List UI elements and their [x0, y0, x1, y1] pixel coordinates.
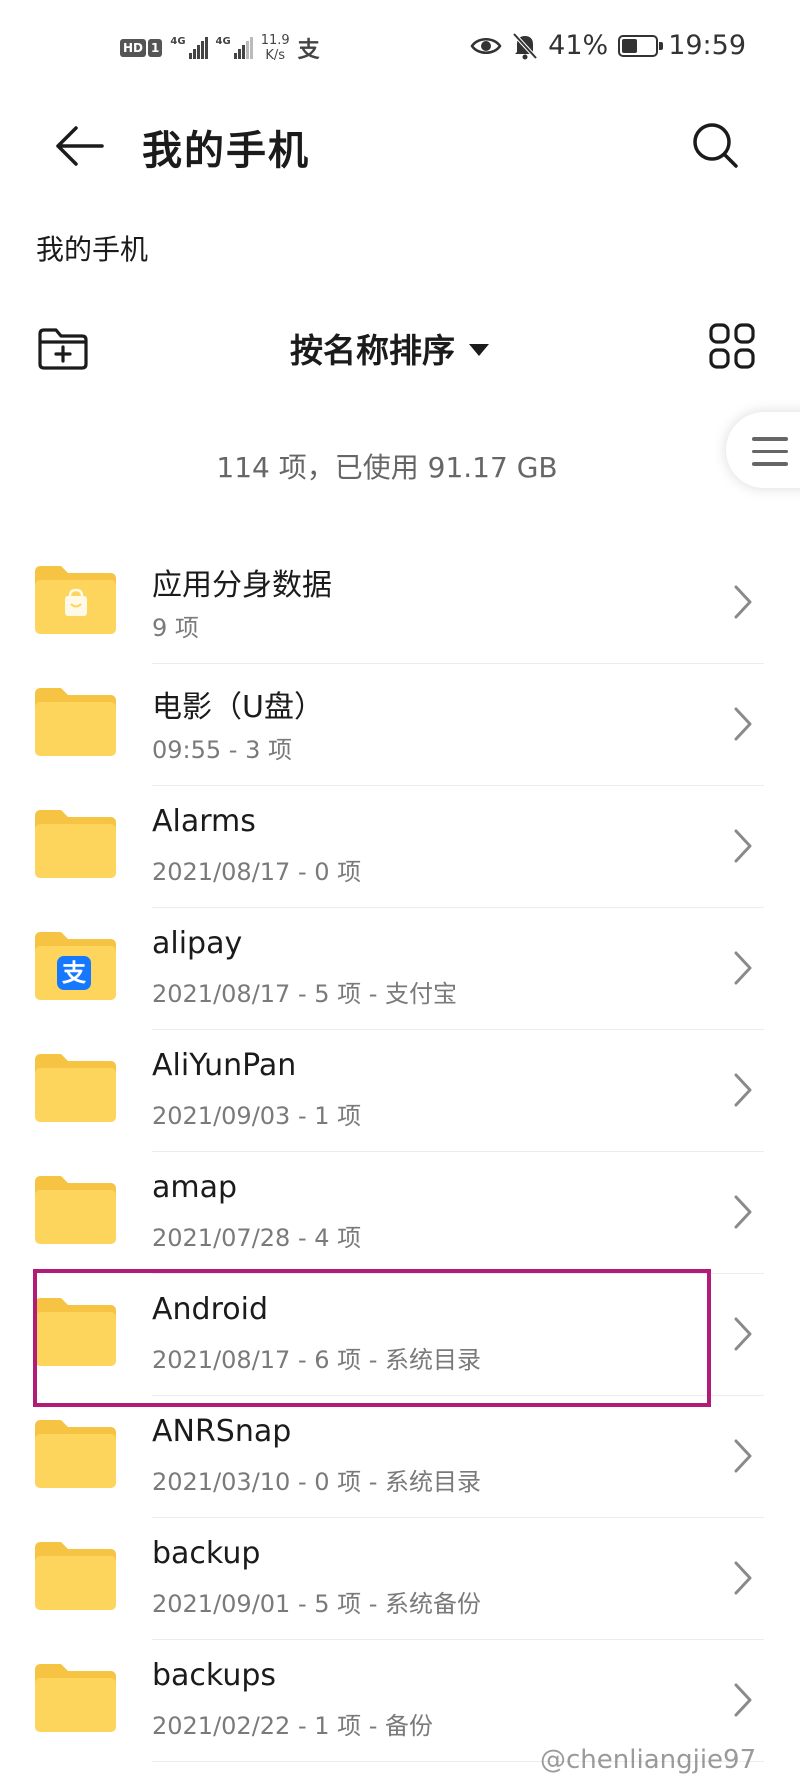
watermark: @chenliangjie97	[540, 1745, 757, 1775]
folder-icon	[35, 1542, 116, 1610]
file-name: Alarms	[152, 804, 256, 839]
toolbar: 按名称排序	[0, 318, 800, 382]
file-row[interactable]: ANRSnap 2021/03/10 - 0 项 - 系统目录	[0, 1396, 800, 1518]
folder-icon	[35, 810, 116, 878]
file-name: amap	[152, 1170, 238, 1205]
view-toggle-button[interactable]	[708, 322, 756, 370]
file-meta: 2021/02/22 - 1 项 - 备份	[152, 1712, 434, 1740]
battery-icon	[618, 34, 664, 57]
battery-percent: 41%	[548, 30, 609, 61]
file-row[interactable]: amap 2021/07/28 - 4 项	[0, 1152, 800, 1274]
chevron-right-icon	[734, 1683, 752, 1717]
chevron-right-icon	[734, 829, 752, 863]
file-meta: 9 项	[152, 614, 199, 642]
network-type-label: 4G	[215, 36, 231, 47]
chevron-right-icon	[734, 585, 752, 619]
file-meta: 2021/08/17 - 5 项 - 支付宝	[152, 980, 458, 1008]
file-name: 电影（U盘）	[152, 690, 324, 725]
chevron-right-icon	[734, 1073, 752, 1107]
new-folder-button[interactable]	[36, 326, 90, 372]
file-name: ANRSnap	[152, 1414, 292, 1449]
file-row[interactable]: 电影（U盘） 09:55 - 3 项	[0, 664, 800, 786]
file-name: AliYunPan	[152, 1048, 297, 1083]
folder-bag-icon	[35, 566, 116, 634]
eye-icon	[470, 37, 502, 54]
folder-icon	[35, 688, 116, 756]
file-meta: 09:55 - 3 项	[152, 736, 292, 764]
chevron-right-icon	[734, 951, 752, 985]
network-speed: 11.9 K/s	[261, 33, 290, 63]
search-icon	[693, 123, 738, 168]
chevron-right-icon	[734, 1195, 752, 1229]
app-header: 我的手机	[0, 96, 800, 196]
sort-dropdown[interactable]: 按名称排序	[290, 324, 489, 372]
file-row[interactable]: 支 alipay 2021/08/17 - 5 项 - 支付宝	[0, 908, 800, 1030]
file-list: 应用分身数据 9 项 电影（U盘） 09:55 - 3 项 Alarms 2021/0…	[0, 542, 800, 1762]
highlight-annotation	[33, 1269, 711, 1407]
folder-icon	[35, 1176, 116, 1244]
hd-label: HD	[120, 39, 147, 57]
chevron-right-icon	[734, 1439, 752, 1473]
file-row[interactable]: backups 2021/02/22 - 1 项 - 备份	[0, 1640, 800, 1762]
status-bar: HD 1 4G 4G 11.9 K/s 支 41% 19:59	[0, 26, 800, 76]
file-row[interactable]: backup 2021/09/01 - 5 项 - 系统备份	[0, 1518, 800, 1640]
file-meta: 2021/03/10 - 0 项 - 系统目录	[152, 1468, 482, 1496]
speed-unit: K/s	[265, 48, 286, 63]
file-meta: 2021/07/28 - 4 项	[152, 1224, 362, 1252]
folder-icon	[35, 1664, 116, 1732]
status-bar-right: 41% 19:59	[470, 30, 746, 61]
sim-label: 1	[148, 39, 163, 57]
chevron-right-icon	[734, 1317, 752, 1351]
page-title: 我的手机	[142, 128, 310, 174]
folder-plus-icon	[38, 328, 88, 370]
status-bar-left: HD 1 4G 4G 11.9 K/s 支	[120, 32, 320, 64]
folder-icon	[35, 1420, 116, 1488]
signal-icon: 4G	[216, 37, 253, 59]
file-name: alipay	[152, 926, 243, 961]
caret-down-icon	[469, 344, 489, 356]
file-row[interactable]: Alarms 2021/08/17 - 0 项	[0, 786, 800, 908]
speed-value: 11.9	[260, 33, 290, 48]
grid-view-icon	[709, 323, 755, 369]
storage-summary: 114 项，已使用 91.17 GB	[216, 451, 558, 484]
clock: 19:59	[668, 30, 746, 61]
folder-icon	[35, 1054, 116, 1122]
file-manager-screen: HD 1 4G 4G 11.9 K/s 支 41% 19:59 我的手机 我的手…	[0, 0, 800, 1777]
bell-off-icon	[512, 32, 538, 59]
svg-text:支: 支	[62, 959, 87, 987]
signal-icon: 4G	[170, 36, 208, 59]
chevron-right-icon	[734, 1561, 752, 1595]
file-meta: 2021/08/17 - 0 项	[152, 858, 362, 886]
chevron-right-icon	[734, 707, 752, 741]
file-name: 应用分身数据	[152, 568, 332, 603]
alipay-notification-icon: 支	[297, 38, 320, 63]
battery-fill	[622, 38, 637, 53]
folder-alipay-icon: 支	[35, 932, 116, 1000]
network-type-label: 4G	[170, 36, 186, 47]
file-name: backup	[152, 1536, 261, 1571]
sort-label: 按名称排序	[290, 331, 455, 370]
file-meta: 2021/09/01 - 5 项 - 系统备份	[152, 1590, 482, 1618]
file-row[interactable]: 应用分身数据 9 项	[0, 542, 800, 664]
search-button[interactable]	[688, 118, 744, 174]
file-name: backups	[152, 1658, 277, 1693]
back-button[interactable]	[50, 116, 110, 176]
file-meta: 2021/09/03 - 1 项	[152, 1102, 362, 1130]
hd-badge: HD 1	[120, 39, 163, 57]
breadcrumb[interactable]: 我的手机	[36, 228, 148, 268]
arrow-left-icon	[56, 126, 104, 166]
file-row[interactable]: AliYunPan 2021/09/03 - 1 项	[0, 1030, 800, 1152]
